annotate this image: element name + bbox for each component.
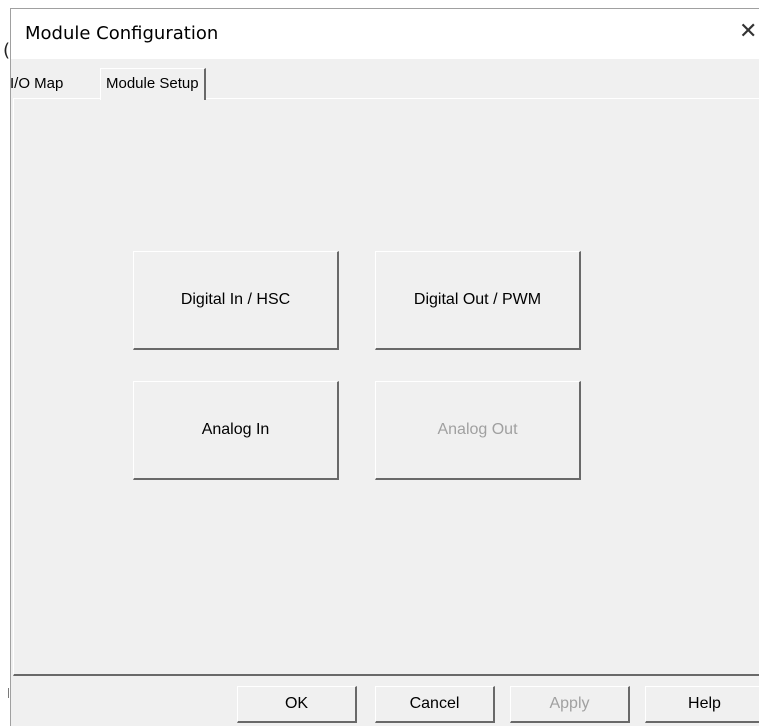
- cancel-button[interactable]: Cancel: [375, 686, 495, 723]
- analog-in-button[interactable]: Analog In: [133, 381, 339, 480]
- left-edge-mark: [8, 688, 9, 698]
- title-bar: Module Configuration ✕: [11, 9, 759, 59]
- digital-out-pwm-button[interactable]: Digital Out / PWM: [375, 251, 581, 350]
- apply-button: Apply: [510, 686, 630, 723]
- close-icon[interactable]: ✕: [739, 17, 759, 47]
- dialog-title: Module Configuration: [25, 23, 219, 44]
- tab-module-setup[interactable]: Module Setup: [100, 68, 206, 100]
- tab-io-map[interactable]: I/O Map: [5, 72, 68, 98]
- help-button[interactable]: Help: [645, 686, 759, 723]
- analog-out-button: Analog Out: [375, 381, 581, 480]
- digital-in-hsc-button[interactable]: Digital In / HSC: [133, 251, 339, 350]
- edge-glyph: (: [3, 40, 11, 61]
- ok-button[interactable]: OK: [237, 686, 357, 723]
